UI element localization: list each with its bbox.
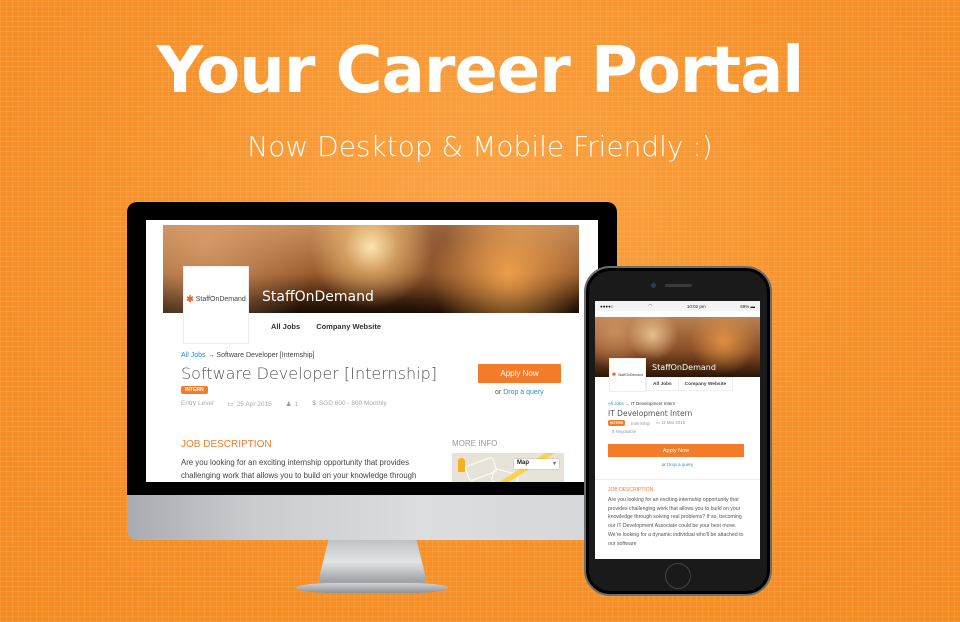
job-level: Entry Level — [181, 400, 214, 407]
job-date-value: 25 Apr 2015 — [236, 401, 272, 408]
company-nav: All Jobs Company Website — [646, 377, 734, 391]
breadcrumb-current: IT Development Intern — [630, 401, 676, 406]
pegman-icon[interactable] — [458, 458, 465, 472]
breadcrumb-all-jobs[interactable]: All Jobs — [608, 401, 624, 406]
monitor-chin — [127, 495, 617, 540]
calendar-icon: ▭ — [227, 401, 234, 408]
divider — [595, 479, 760, 480]
wifi-icon: ◠ — [648, 303, 653, 308]
job-type: Internship — [631, 420, 650, 426]
job-description-text: Are you looking for an exciting internsh… — [181, 456, 441, 482]
logo-text: StaffOnDemand — [195, 296, 246, 303]
logo: ✱ StaffOnDemand — [612, 372, 643, 378]
drop-query-prefix: or — [495, 389, 502, 396]
job-description-heading: JOB DESCRIPTION — [608, 487, 654, 493]
dollar-icon: $ — [612, 429, 615, 434]
breadcrumb-all-jobs[interactable]: All Jobs — [181, 352, 206, 359]
battery-icon: ▬ — [750, 303, 756, 309]
company-logo[interactable]: ✱ StaffOnDemand — [609, 358, 646, 392]
battery: 69% ▬ — [740, 304, 755, 309]
nav-company-website[interactable]: Company Website — [677, 378, 734, 390]
job-type-badge: INTERN — [181, 386, 208, 394]
company-logo[interactable]: ✱ StaffOnDemand — [183, 266, 249, 344]
company-name: StaffOnDemand — [262, 289, 374, 305]
apply-now-button[interactable]: Apply Now — [608, 444, 744, 457]
job-title: Software Developer [Internship] — [181, 364, 437, 383]
drop-query: or Drop a query — [595, 462, 760, 467]
person-icon: ♟ — [285, 401, 292, 408]
signal-icon: ●●●●○ — [600, 303, 614, 309]
hero-subtitle: Now Desktop & Mobile Friendly :) — [247, 130, 713, 163]
phone-home-button[interactable] — [665, 563, 691, 589]
staffondemand-logo-icon: ✱ — [186, 294, 194, 304]
job-salary: $ SGD 600 - 800 Monthly — [312, 400, 387, 408]
battery-percent: 69% — [740, 303, 750, 309]
job-date-value: 11 Mar 2015 — [661, 420, 685, 425]
company-nav: All Jobs Company Website — [271, 322, 381, 331]
job-date: ▭ 11 Mar 2015 — [656, 420, 685, 426]
apply-now-button[interactable]: Apply Now — [478, 364, 561, 383]
monitor-foot — [296, 583, 448, 593]
company-name: StaffOnDemand — [652, 363, 716, 372]
job-meta: Entry Level ▭ 25 Apr 2015 ♟ 1 $ SGD 600 - 8… — [181, 400, 387, 408]
phone-camera — [651, 283, 656, 288]
drop-query-link[interactable]: Drop a query — [667, 462, 693, 467]
job-salary: $ Negotiable — [612, 429, 636, 434]
dollar-icon: $ — [312, 400, 316, 407]
nav-company-website[interactable]: Company Website — [316, 322, 381, 331]
staffondemand-logo-icon: ✱ — [611, 372, 617, 378]
phone-speaker — [665, 284, 692, 287]
calendar-icon: ▭ — [655, 420, 660, 425]
nav-all-jobs[interactable]: All Jobs — [271, 322, 300, 331]
map-type-select[interactable]: Map ▾ — [514, 459, 559, 469]
status-time: 10:02 pm — [686, 303, 706, 309]
drop-query: or Drop a query — [495, 389, 544, 396]
breadcrumb: All Jobs → Software Developer [Internshi… — [181, 352, 314, 359]
job-date: ▭ 25 Apr 2015 — [228, 400, 272, 408]
drop-query-prefix: or — [661, 462, 666, 467]
job-description-line: Are you looking for an exciting internsh… — [181, 458, 409, 467]
job-salary-value: Negotiable — [615, 429, 637, 434]
job-openings: ♟ 1 — [286, 400, 298, 408]
arrow-right-icon: → — [207, 352, 215, 359]
job-description-line: challenging work that allows you to buil… — [181, 471, 417, 480]
logo: ✱ StaffOnDemand — [186, 294, 246, 305]
more-info-heading: MORE INFO — [452, 439, 498, 448]
job-title: IT Development Intern — [608, 409, 693, 418]
desktop-screen: ✱ StaffOnDemand StaffOnDemand All Jobs C… — [146, 220, 598, 482]
job-openings-value: 1 — [294, 401, 299, 408]
arrow-right-icon: → — [625, 401, 630, 406]
job-salary-value: SGD 600 - 800 Monthly — [318, 400, 387, 407]
job-description-text: Are you looking for an exciting internsh… — [608, 497, 744, 547]
logo-text: StaffOnDemand — [618, 373, 644, 377]
job-type-badge: INTERN — [608, 420, 626, 426]
map-type-value: Map — [517, 460, 529, 466]
location-map[interactable]: Map ▾ — [452, 453, 564, 482]
job-description-heading: JOB DESCRIPTION — [181, 439, 272, 450]
job-meta: INTERN Internship ▭ 11 Mar 2015 — [608, 420, 685, 426]
phone-screen: ●●●●○ ◠ 10:02 pm 69% ▬ ✱ StaffOnDemand S… — [595, 301, 760, 559]
nav-all-jobs[interactable]: All Jobs — [646, 378, 678, 390]
drop-query-link[interactable]: Drop a query — [503, 389, 543, 396]
breadcrumb: All Jobs → IT Development Intern — [608, 401, 675, 406]
hero-title: Your Career Portal — [156, 34, 804, 108]
breadcrumb-current: Software Developer [Internship] — [216, 352, 315, 359]
status-bar: ●●●●○ ◠ 10:02 pm 69% ▬ — [595, 301, 760, 311]
chevron-down-icon: ▾ — [552, 461, 556, 467]
